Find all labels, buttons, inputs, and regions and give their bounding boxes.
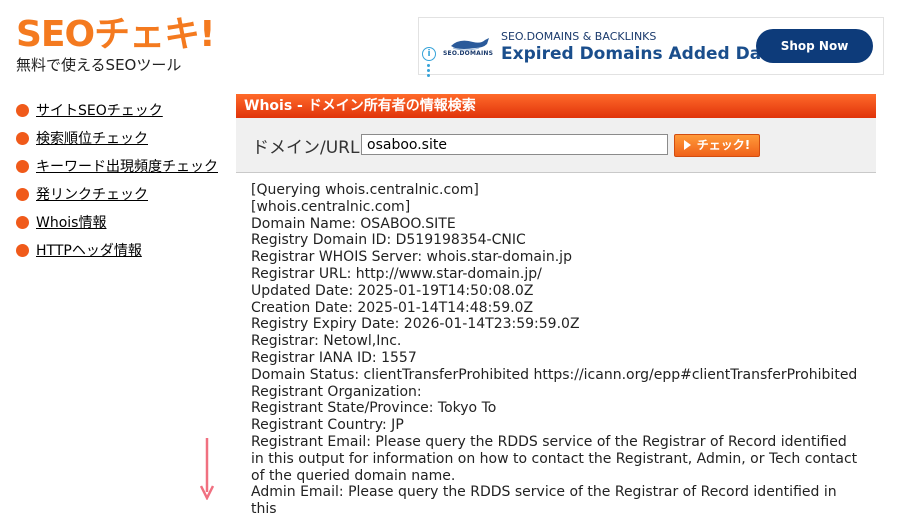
whois-line: Registrar WHOIS Server: whois.star-domai… xyxy=(251,249,572,266)
more-options-icon[interactable] xyxy=(427,64,430,79)
logo-latin: SEO xyxy=(16,14,95,55)
domain-input[interactable] xyxy=(361,134,668,155)
bullet-icon xyxy=(16,103,29,117)
ad-top-line: SEO.DOMAINS & BACKLINKS xyxy=(501,30,657,43)
sidebar-item-label[interactable]: キーワード出現頻度チェック xyxy=(36,156,218,176)
sidebar-nav: サイトSEOチェック 検索順位チェック キーワード出現頻度チェック 発リンクチェ… xyxy=(16,96,226,264)
ad-brand-text: SEO.DOMAINS xyxy=(443,50,494,57)
logo-tagline: 無料で使えるSEOツール xyxy=(16,56,182,74)
whois-line: Creation Date: 2025-01-14T14:48:59.0Z xyxy=(251,299,534,316)
whois-line: Registrar URL: http://www.star-domain.jp… xyxy=(251,265,542,282)
whois-line: Registrant Email: Please query the RDDS … xyxy=(251,433,858,484)
shop-now-button[interactable]: Shop Now xyxy=(756,29,873,63)
sidebar-item-label[interactable]: Whois情報 xyxy=(36,212,106,232)
domain-url-label: ドメイン/URL xyxy=(252,138,360,158)
whois-line: Admin Email: Please query the RDDS servi… xyxy=(251,484,837,518)
check-button-label: チェック! xyxy=(696,138,751,152)
whois-line: Registrant Country: JP xyxy=(251,417,404,434)
whois-line: Registry Expiry Date: 2026-01-14T23:59:5… xyxy=(251,316,580,333)
whois-search-form: ドメイン/URL チェック! xyxy=(236,118,876,173)
whois-line: Registrar: Netowl,Inc. xyxy=(251,333,402,350)
play-icon xyxy=(683,140,691,150)
panel-title: Whois - ドメイン所有者の情報検索 xyxy=(236,94,876,118)
logo-title: SEOチェキ! xyxy=(16,14,216,56)
whois-output: [Querying whois.centralnic.com] [whois.c… xyxy=(251,182,861,518)
bullet-icon xyxy=(16,187,29,201)
whois-line: Registrant State/Province: Tokyo To xyxy=(251,400,497,417)
check-button[interactable]: チェック! xyxy=(674,134,760,157)
bullet-icon xyxy=(16,159,29,173)
sidebar-item-label[interactable]: 発リンクチェック xyxy=(36,184,148,204)
whois-line: Registry Domain ID: D519198354-CNIC xyxy=(251,232,526,249)
ad-banner[interactable]: i SEO.DOMAINS SEO.DOMAINS & BACKLINKS Ex… xyxy=(418,17,884,77)
whois-line: [whois.centralnic.com] xyxy=(251,198,411,215)
sidebar-item-label[interactable]: 検索順位チェック xyxy=(36,128,148,148)
whois-line: Updated Date: 2025-01-19T14:50:08.0Z xyxy=(251,282,534,299)
whois-line: Domain Name: OSABOO.SITE xyxy=(251,215,456,232)
sidebar-item-site-seo[interactable]: サイトSEOチェック xyxy=(16,96,226,124)
bullet-icon xyxy=(16,131,29,145)
sidebar-item-whois[interactable]: Whois情報 xyxy=(16,208,226,236)
arrow-down-icon xyxy=(200,438,214,500)
sidebar-item-label[interactable]: HTTPヘッダ情報 xyxy=(36,240,142,260)
sidebar-item-outbound-links[interactable]: 発リンクチェック xyxy=(16,180,226,208)
whois-line: [Querying whois.centralnic.com] xyxy=(251,182,479,198)
whale-logo-icon xyxy=(451,38,489,51)
ad-headline[interactable]: Expired Domains Added Daily xyxy=(501,44,784,64)
whois-line: Domain Status: clientTransferProhibited … xyxy=(251,366,858,383)
sidebar-item-rank-check[interactable]: 検索順位チェック xyxy=(16,124,226,152)
info-icon[interactable]: i xyxy=(422,47,436,61)
whois-line: Registrant Organization: xyxy=(251,383,422,400)
whois-line: Registrar IANA ID: 1557 xyxy=(251,349,417,366)
bullet-icon xyxy=(16,215,29,229)
sidebar-item-http-header[interactable]: HTTPヘッダ情報 xyxy=(16,236,226,264)
logo-jp: チェキ! xyxy=(94,14,215,55)
sidebar-item-keyword-frequency[interactable]: キーワード出現頻度チェック xyxy=(16,152,226,180)
bullet-icon xyxy=(16,243,29,257)
sidebar-item-label[interactable]: サイトSEOチェック xyxy=(36,100,163,120)
site-logo[interactable]: SEOチェキ! 無料で使えるSEOツール xyxy=(16,14,216,74)
